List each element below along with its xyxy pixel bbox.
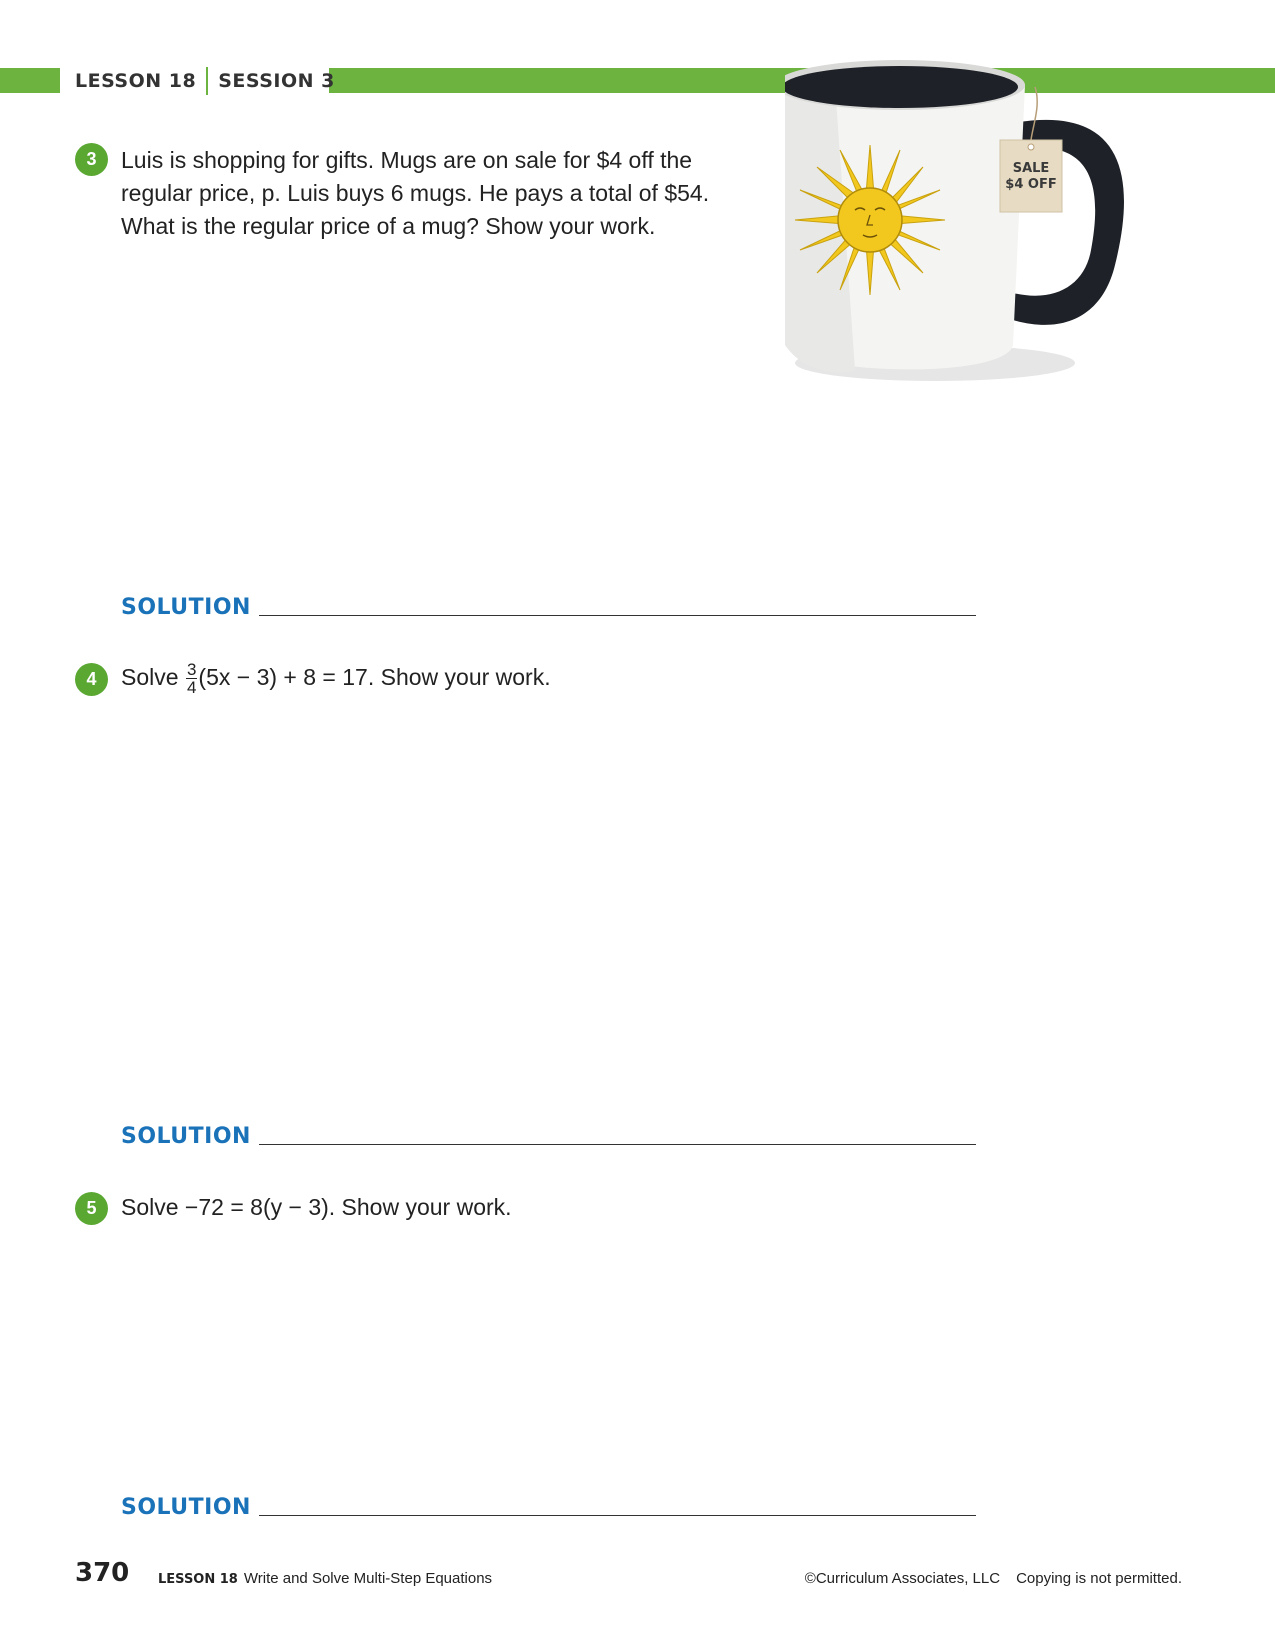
question-5-text: Solve −72 = 8(y − 3). Show your work. [121, 1194, 512, 1220]
mug-illustration [775, 60, 1124, 381]
solution-4-answer-line[interactable] [258, 1144, 976, 1145]
session-label: SESSION 3 [218, 70, 335, 92]
header-band-left [0, 68, 60, 93]
solution-3-label: SOLUTION [121, 595, 251, 620]
sale-tag: SALE $4 OFF [1000, 161, 1062, 193]
footer-lesson-label: LESSON 18 [158, 1572, 238, 1587]
solution-4: SOLUTION [121, 1124, 976, 1149]
question-3-text: Luis is shopping for gifts. Mugs are on … [121, 147, 710, 239]
lesson-label: LESSON 18 [75, 70, 197, 92]
sale-tag-line1: SALE [1012, 161, 1050, 176]
fraction-numerator: 3 [185, 660, 198, 680]
lesson-session-header: LESSON 18 SESSION 3 [75, 66, 335, 96]
footer-lesson-title: Write and Solve Multi-Step Equations [243, 1570, 493, 1587]
footer-lesson: LESSON 18 Write and Solve Multi-Step Equa… [158, 1570, 492, 1587]
question-5-number: 5 [75, 1192, 108, 1225]
solution-4-label: SOLUTION [121, 1124, 251, 1149]
page-number: 370 [75, 1558, 130, 1588]
question-4-equation: (5x − 3) + 8 = 17. Show your work. [198, 664, 551, 690]
solution-3-answer-line[interactable] [258, 615, 976, 616]
solution-3: SOLUTION [121, 595, 976, 620]
footer-copyright: ©Curriculum Associates, LLC Copying is no… [805, 1570, 1182, 1587]
question-3-number: 3 [75, 143, 108, 176]
sale-tag-line2: $4 OFF [1005, 177, 1057, 192]
question-4-fraction: 3 4 [185, 660, 198, 698]
question-4-prefix: Solve [121, 664, 179, 690]
copy-notice: Copying is not permitted. [1016, 1570, 1182, 1587]
solution-5-label: SOLUTION [121, 1495, 251, 1520]
question-4-number: 4 [75, 663, 108, 696]
fraction-denominator: 4 [186, 678, 197, 698]
copyright-text: ©Curriculum Associates, LLC [804, 1570, 1001, 1587]
solution-5: SOLUTION [121, 1495, 976, 1520]
mug-image: SALE $4 OFF [775, 45, 1160, 405]
header-divider [206, 67, 209, 95]
question-4-text: Solve 3 4 (5x − 3) + 8 = 17. Show your w… [121, 661, 551, 696]
solution-5-answer-line[interactable] [258, 1515, 976, 1516]
